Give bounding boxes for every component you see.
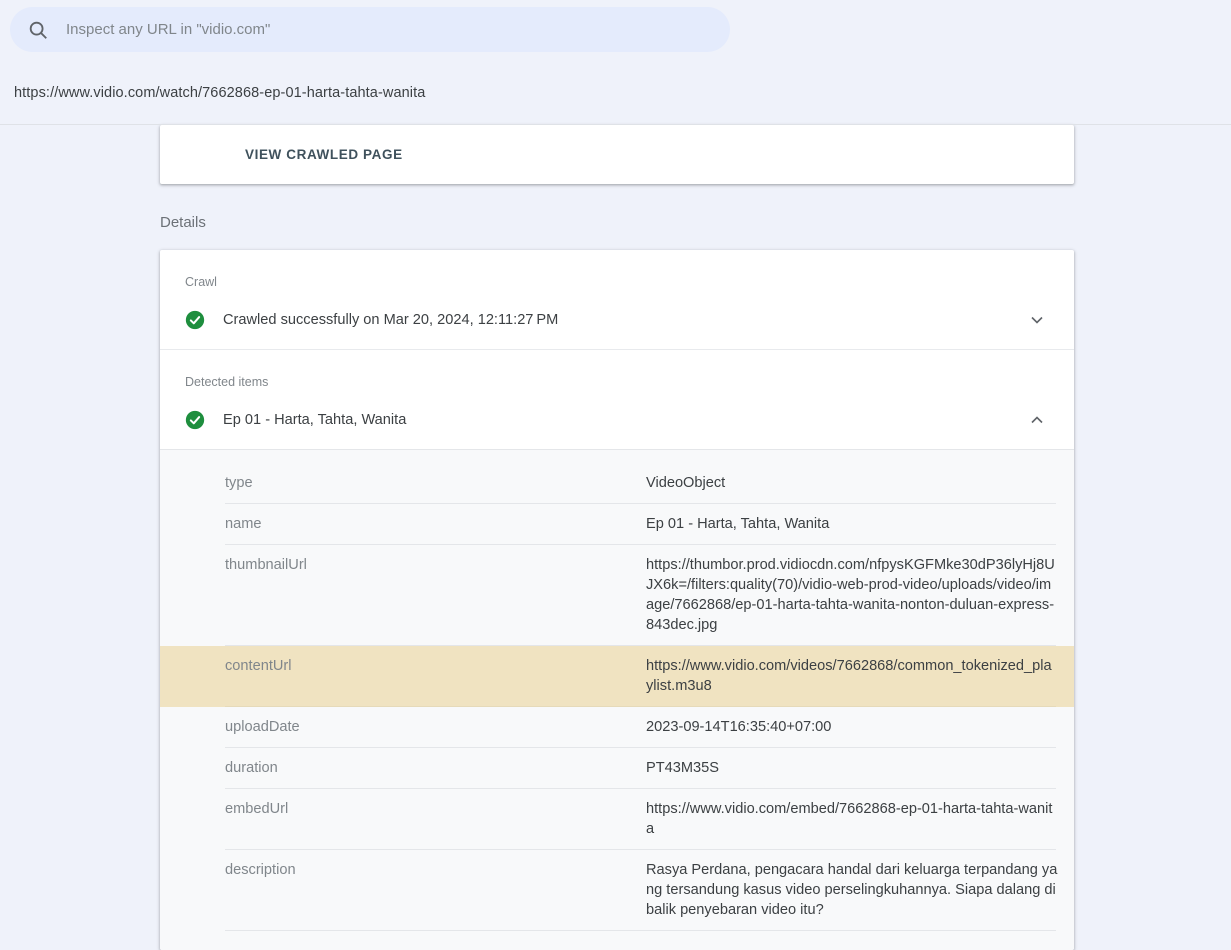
property-value: https://www.vidio.com/videos/7662868/com…	[646, 656, 1058, 696]
property-value: VideoObject	[646, 473, 1058, 493]
table-row: description Rasya Perdana, pengacara han…	[160, 850, 1074, 931]
details-heading: Details	[160, 214, 1074, 231]
table-row-highlighted: contentUrl https://www.vidio.com/videos/…	[160, 646, 1074, 707]
crawled-page-card: VIEW CRAWLED PAGE	[160, 125, 1074, 184]
structured-data-properties-table: type VideoObject name Ep 01 - Harta, Tah…	[160, 449, 1074, 950]
property-key: contentUrl	[225, 656, 646, 676]
property-value: Ep 01 - Harta, Tahta, Wanita	[646, 514, 1058, 534]
detected-item-title: Ep 01 - Harta, Tahta, Wanita	[223, 412, 1030, 428]
details-card: Crawl Crawled successfully on Mar 20, 20…	[160, 250, 1074, 950]
content-column: VIEW CRAWLED PAGE Details Crawl Crawled …	[160, 125, 1074, 950]
url-inspection-search-bar[interactable]	[10, 7, 730, 52]
detected-item-row[interactable]: Ep 01 - Harta, Tahta, Wanita	[160, 389, 1074, 449]
property-value: Rasya Perdana, pengacara handal dari kel…	[646, 860, 1058, 920]
property-value: https://www.vidio.com/embed/7662868-ep-0…	[646, 799, 1058, 839]
table-row: duration PT43M35S	[160, 748, 1074, 789]
table-row: thumbnailUrl https://thumbor.prod.vidioc…	[160, 545, 1074, 646]
table-row: type VideoObject	[160, 463, 1074, 504]
property-key: embedUrl	[225, 799, 646, 819]
property-key: description	[225, 860, 646, 880]
property-value: PT43M35S	[646, 758, 1058, 778]
search-input[interactable]	[66, 7, 730, 52]
crawl-status-row[interactable]: Crawled successfully on Mar 20, 2024, 12…	[160, 289, 1074, 349]
property-key: uploadDate	[225, 717, 646, 737]
detected-items-label: Detected items	[185, 375, 1074, 389]
crawl-section-label: Crawl	[185, 275, 1074, 289]
property-key: name	[225, 514, 646, 534]
table-row: uploadDate 2023-09-14T16:35:40+07:00	[160, 707, 1074, 748]
check-circle-icon	[185, 310, 205, 330]
table-row: name Ep 01 - Harta, Tahta, Wanita	[160, 504, 1074, 545]
crawl-status-text: Crawled successfully on Mar 20, 2024, 12…	[223, 312, 1030, 328]
detected-items-section: Detected items Ep 01 - Harta, Tahta, Wan…	[160, 350, 1074, 449]
property-value: https://thumbor.prod.vidiocdn.com/nfpysK…	[646, 555, 1058, 635]
property-key: type	[225, 473, 646, 493]
property-value: 2023-09-14T16:35:40+07:00	[646, 717, 1058, 737]
search-icon	[27, 19, 49, 41]
top-bar: https://www.vidio.com/watch/7662868-ep-0…	[0, 0, 1231, 125]
property-key: thumbnailUrl	[225, 555, 646, 575]
chevron-up-icon[interactable]	[1030, 413, 1044, 427]
crawl-section: Crawl Crawled successfully on Mar 20, 20…	[160, 250, 1074, 349]
check-circle-icon	[185, 410, 205, 430]
inspected-url: https://www.vidio.com/watch/7662868-ep-0…	[14, 85, 425, 101]
property-key: duration	[225, 758, 646, 778]
view-crawled-page-button[interactable]: VIEW CRAWLED PAGE	[245, 147, 403, 162]
table-row: embedUrl https://www.vidio.com/embed/766…	[160, 789, 1074, 850]
chevron-down-icon[interactable]	[1030, 313, 1044, 327]
